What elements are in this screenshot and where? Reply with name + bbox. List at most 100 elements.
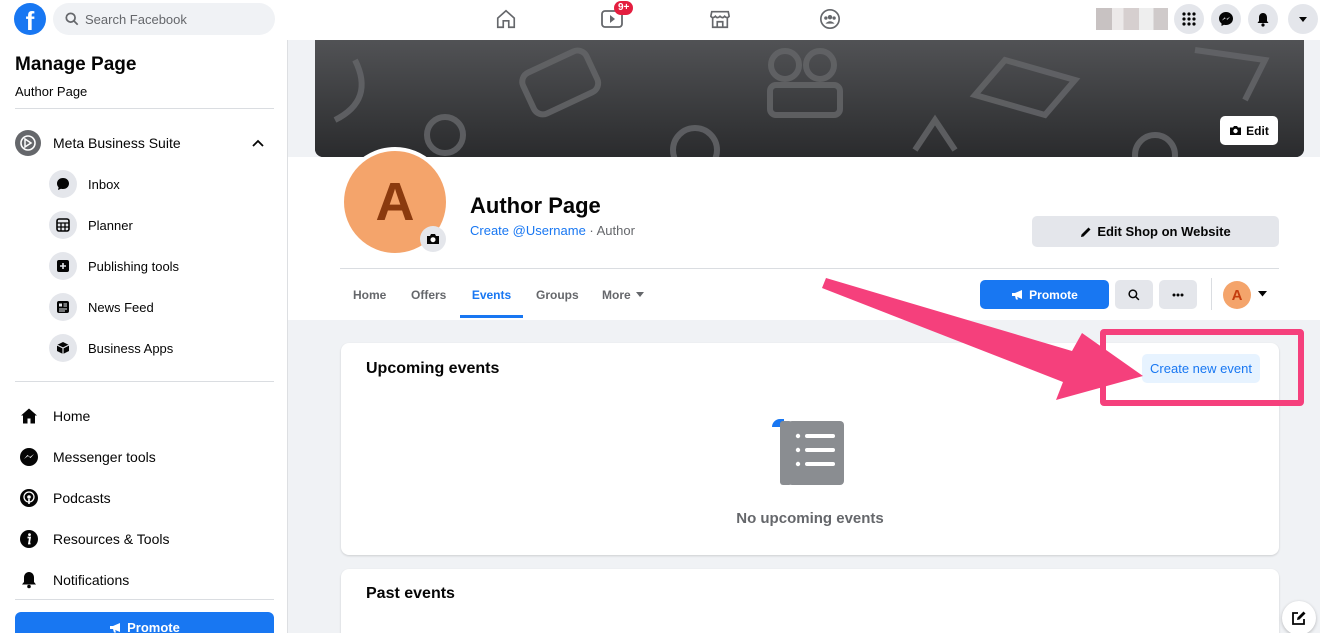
sidebar-page-name: Author Page [15,84,88,99]
page-meta: Create @Username · Author [470,223,635,238]
ellipsis-icon [1172,293,1184,296]
sidebar-item-label: Messenger tools [53,449,156,465]
sidebar-item-label: Home [53,408,91,424]
marketplace-nav-icon[interactable] [700,4,740,34]
sidebar-item-planner[interactable]: Planner [49,210,133,240]
compose-icon [1292,611,1306,625]
create-username-link[interactable]: Create @Username [470,223,586,238]
bell-icon [1257,12,1269,27]
cover-photo [315,40,1304,157]
new-message-button[interactable] [1282,601,1316,633]
account-menu-button[interactable] [1288,4,1318,34]
watch-nav-icon[interactable]: 9+ [592,1,634,34]
edit-shop-button[interactable]: Edit Shop on Website [1032,216,1279,247]
sidebar-item-messenger-tools[interactable]: Messenger tools [18,443,156,471]
sidebar-item-label: Podcasts [53,490,111,506]
page-title: Author Page [470,193,601,218]
info-icon [18,528,40,550]
profile-shortcut[interactable] [1096,8,1168,30]
facebook-logo-icon[interactable]: f [14,3,46,35]
highlight-box [1100,329,1304,406]
camera-icon [427,234,439,244]
notifications-button[interactable] [1248,4,1278,34]
header-divider [340,268,1279,269]
sidebar-item-label: Notifications [53,572,130,588]
tab-more[interactable]: More [602,282,644,318]
sidebar-item-label: Planner [88,217,133,233]
past-events-card: Past events [341,569,1279,633]
sidebar-item-label: Publishing tools [88,258,180,274]
menu-grid-button[interactable] [1174,4,1204,34]
more-options-button[interactable] [1159,280,1197,309]
divider [15,381,274,382]
tab-offers[interactable]: Offers [411,282,446,318]
news-feed-icon [49,293,77,321]
tab-home[interactable]: Home [353,282,386,318]
sidebar-item-business-apps[interactable]: Business Apps [49,333,173,363]
search-input[interactable] [85,11,255,27]
sidebar-title: Manage Page [15,54,137,75]
upcoming-events-title: Upcoming events [366,360,500,377]
megaphone-icon [110,622,121,632]
tab-events[interactable]: Events [460,282,523,318]
sidebar-item-label: Resources & Tools [53,531,170,547]
sidebar-item-home[interactable]: Home [18,402,90,430]
empty-list-icon [772,419,844,485]
sidebar-promote-button[interactable]: Promote [15,612,274,633]
megaphone-icon [1012,290,1023,300]
grid-icon [1182,12,1196,26]
top-navigation-bar: f 9+ [0,0,1320,40]
promote-button[interactable]: Promote [980,280,1109,309]
messenger-icon [1219,12,1233,26]
groups-nav-icon[interactable] [810,4,850,34]
update-profile-photo-button[interactable] [420,226,446,252]
edit-label: Edit [1246,123,1269,138]
divider [15,108,274,109]
caret-down-icon[interactable] [1258,291,1267,297]
podcast-icon [18,487,40,509]
chat-bubble-icon [49,170,77,198]
tab-more-label: More [602,288,631,302]
divider [1211,278,1212,310]
edit-shop-label: Edit Shop on Website [1097,224,1231,239]
no-events-message: No upcoming events [736,510,884,527]
chevron-up-icon[interactable] [252,139,264,147]
caret-down-icon [635,292,644,297]
page-avatar-switcher[interactable]: A [1223,281,1251,309]
past-events-title: Past events [366,585,455,602]
search-icon [65,12,79,26]
notification-badge: 9+ [614,1,634,15]
sidebar-item-notifications[interactable]: Notifications [18,566,129,594]
tab-groups[interactable]: Groups [536,282,579,318]
sidebar-item-label: News Feed [88,299,154,315]
bell-icon [18,569,40,591]
sidebar-item-label: Inbox [88,176,120,192]
promote-label: Promote [1029,287,1078,302]
pencil-icon [1081,227,1091,237]
search-bar[interactable] [53,3,275,35]
publishing-icon [49,252,77,280]
home-nav-icon[interactable] [486,4,526,34]
calendar-grid-icon [49,211,77,239]
meta-business-suite-icon [15,130,41,156]
sidebar-item-inbox[interactable]: Inbox [49,169,120,199]
avatar-letter: A [1231,286,1243,304]
divider [15,599,274,600]
sidebar-item-podcasts[interactable]: Podcasts [18,484,111,512]
promote-label: Promote [127,619,180,633]
messenger-icon [18,446,40,468]
meta-business-suite-row[interactable]: Meta Business Suite [15,128,274,158]
sidebar-item-resources-tools[interactable]: Resources & Tools [18,525,169,553]
sidebar-item-news-feed[interactable]: News Feed [49,292,154,322]
manage-page-sidebar: Manage Page Author Page Meta Business Su… [0,40,288,633]
camera-icon [1230,126,1242,135]
edit-cover-button[interactable]: Edit [1220,116,1278,145]
sidebar-item-publishing-tools[interactable]: Publishing tools [49,251,179,281]
search-page-button[interactable] [1115,280,1153,309]
search-icon [1128,288,1140,300]
home-icon [18,405,40,427]
meta-business-suite-label: Meta Business Suite [53,135,181,151]
cube-icon [49,334,77,362]
sidebar-item-label: Business Apps [88,340,174,356]
messenger-button[interactable] [1211,4,1241,34]
